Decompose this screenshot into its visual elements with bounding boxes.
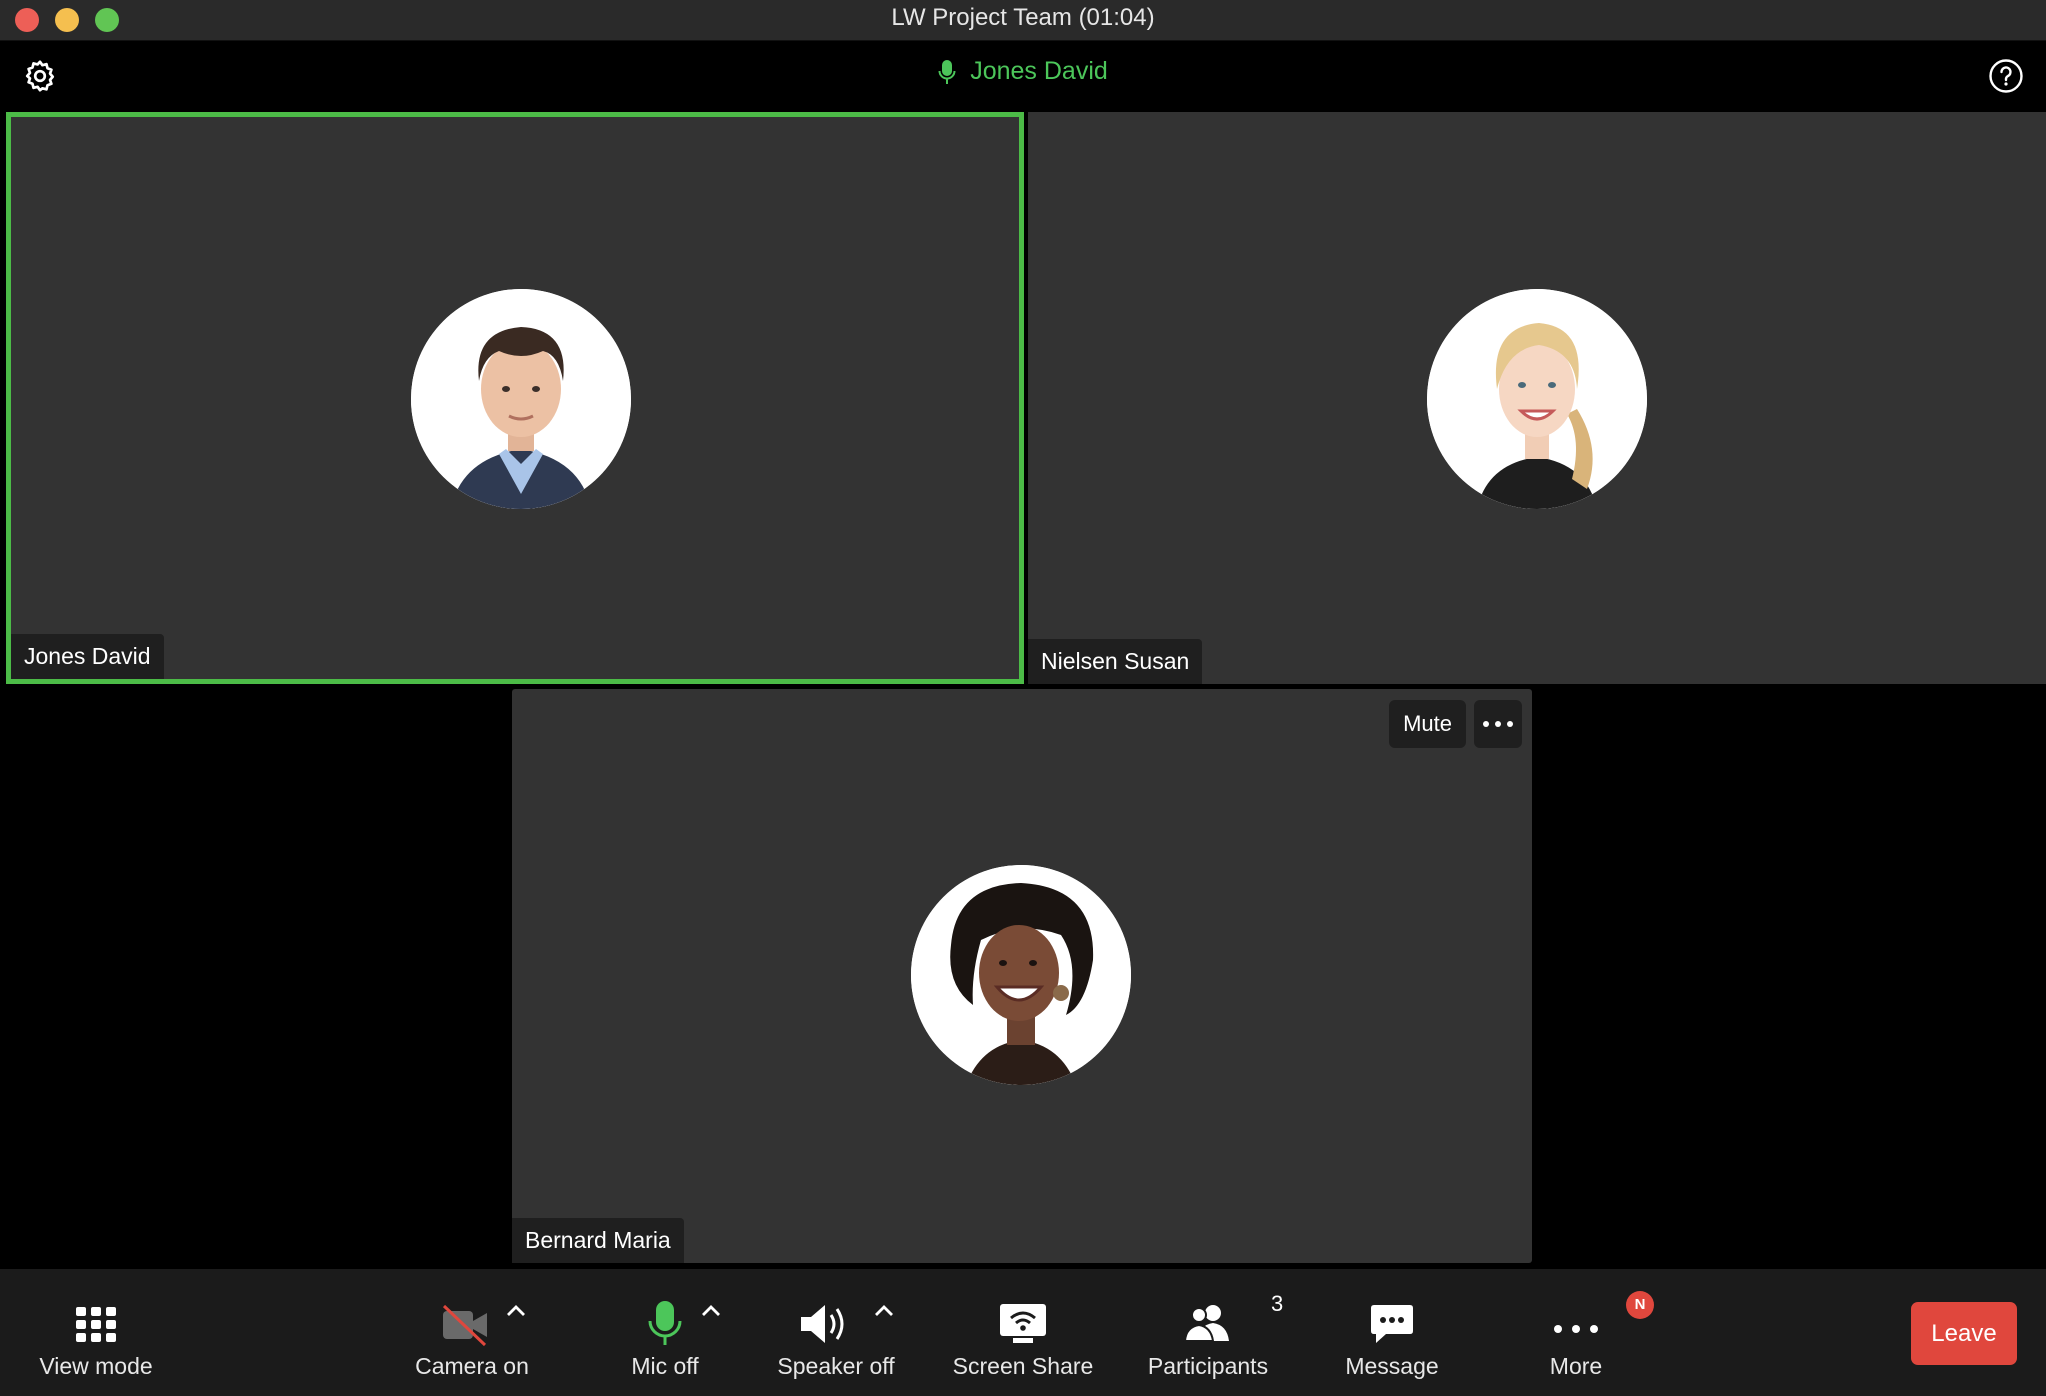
avatar [1427, 289, 1647, 509]
ellipsis-icon [1554, 1325, 1598, 1333]
camera-label: Camera on [415, 1353, 529, 1379]
participants-button[interactable]: 3 Participants [1138, 1269, 1283, 1396]
speaker-button[interactable]: Speaker off [766, 1269, 906, 1396]
message-label: Message [1345, 1353, 1439, 1379]
chevron-up-icon[interactable] [700, 1303, 722, 1317]
participant-name-tag: Jones David [11, 634, 164, 679]
view-mode-label: View mode [39, 1353, 153, 1379]
mute-participant-button[interactable]: Mute [1389, 700, 1466, 748]
screen-share-icon [1000, 1304, 1046, 1343]
chevron-up-icon[interactable] [873, 1303, 895, 1317]
meeting-topbar: Jones David [0, 42, 2046, 112]
camera-button[interactable]: Camera on [412, 1269, 532, 1396]
speaker-icon [801, 1305, 844, 1343]
participants-icon [1183, 1305, 1229, 1342]
participants-count: 3 [1271, 1291, 1284, 1316]
participant-more-button[interactable] [1474, 700, 1522, 748]
woman-portrait-avatar [911, 865, 1131, 1085]
man-portrait-avatar [411, 289, 631, 509]
screen-share-label: Screen Share [952, 1353, 1094, 1379]
message-button[interactable]: Message [1332, 1269, 1452, 1396]
screen-share-button[interactable]: Screen Share [949, 1269, 1097, 1396]
camera-off-icon [442, 1304, 487, 1347]
video-tile-jones-david[interactable]: Jones David [6, 112, 1024, 684]
mic-label: Mic off [631, 1353, 699, 1379]
participant-name-tag: Bernard Maria [512, 1218, 684, 1263]
mic-button[interactable]: Mic off [605, 1269, 725, 1396]
more-label: More [1549, 1353, 1603, 1379]
grid-icon [76, 1307, 116, 1342]
chat-bubble-icon [1371, 1305, 1413, 1343]
video-tile-nielsen-susan[interactable]: Nielsen Susan [1028, 112, 2046, 684]
window-titlebar: LW Project Team (01:04) [0, 0, 2046, 41]
woman-portrait-avatar [1427, 289, 1647, 509]
leave-button[interactable]: Leave [1911, 1302, 2017, 1365]
help-icon[interactable] [1988, 58, 2024, 94]
meeting-toolbar: View mode Camera on Mic off Speaker off … [0, 1269, 2046, 1396]
speaker-label: Speaker off [777, 1353, 895, 1379]
view-mode-button[interactable]: View mode [36, 1269, 156, 1396]
window-title: LW Project Team (01:04) [891, 4, 1155, 31]
participant-name-tag: Nielsen Susan [1028, 639, 1203, 684]
microphone-icon [938, 59, 956, 84]
microphone-icon [648, 1301, 682, 1345]
video-tile-bernard-maria[interactable]: Mute Bernard Maria [512, 689, 1532, 1263]
active-speaker-indicator: Jones David [0, 57, 2046, 86]
avatar [911, 865, 1131, 1085]
active-speaker-name: Jones David [970, 57, 1108, 85]
more-button[interactable]: N More [1516, 1269, 1654, 1396]
chevron-up-icon[interactable] [505, 1303, 527, 1317]
ellipsis-icon [1483, 721, 1489, 727]
notification-badge: N [1626, 1291, 1654, 1319]
avatar [411, 289, 631, 509]
participants-label: Participants [1147, 1353, 1269, 1379]
